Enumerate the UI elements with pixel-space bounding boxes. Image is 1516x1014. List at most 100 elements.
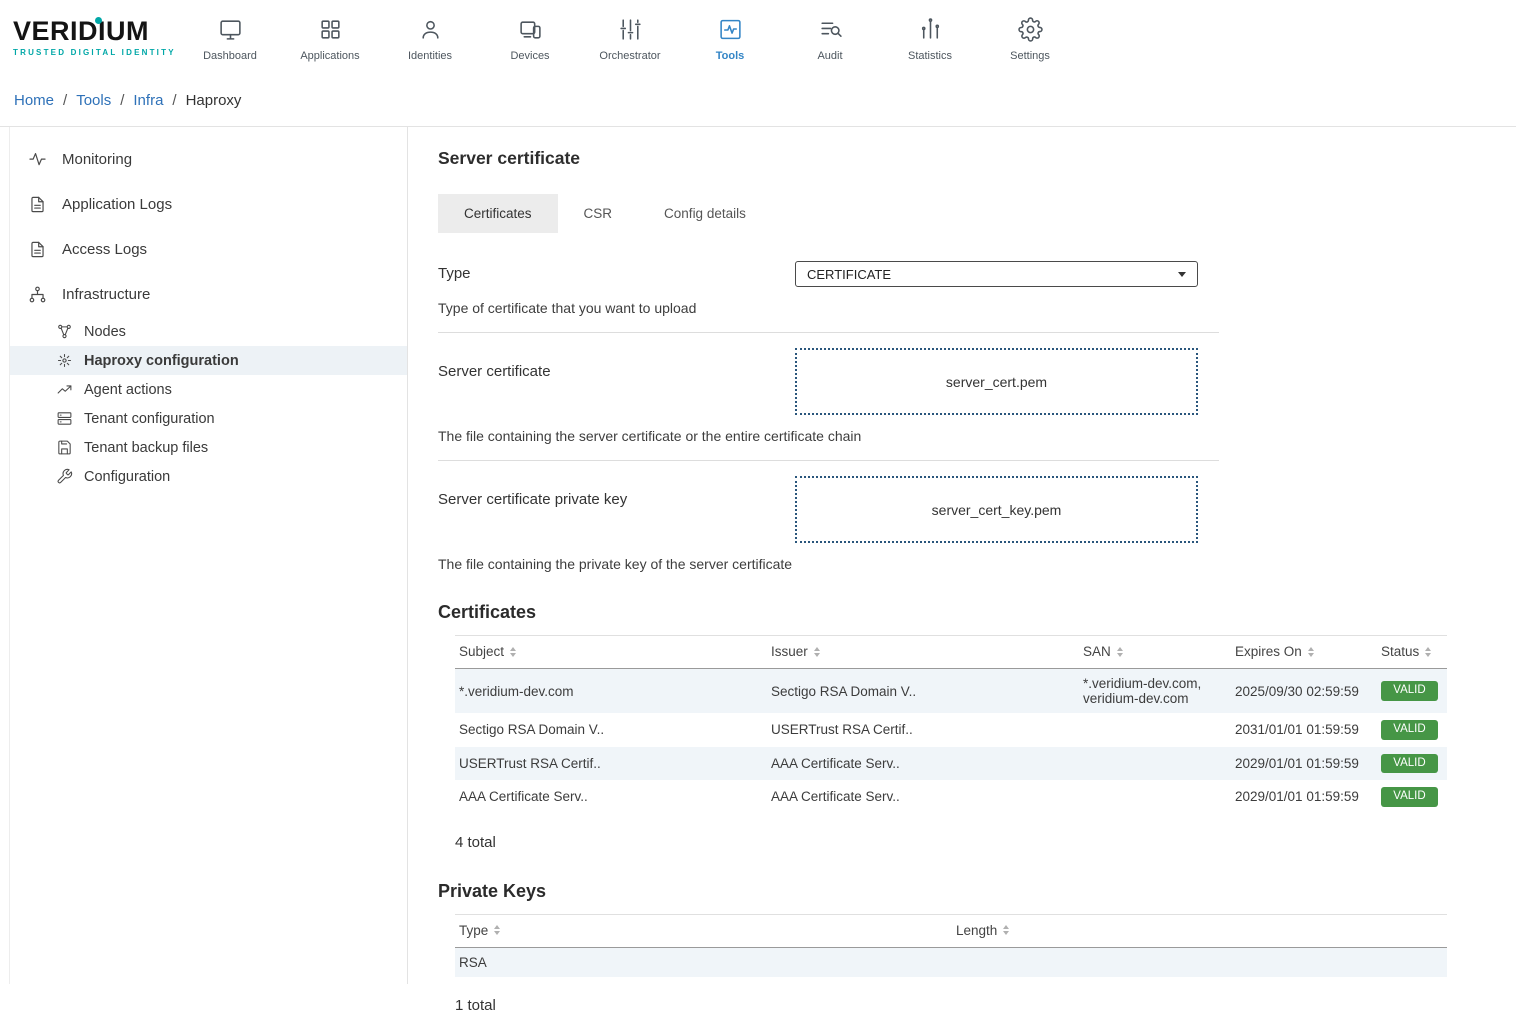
nav-item-devices[interactable]: Devices bbox=[480, 13, 580, 62]
subject-cell: AAA Certificate Serv.. bbox=[455, 780, 767, 814]
nav-item-dashboard[interactable]: Dashboard bbox=[180, 13, 280, 62]
breadcrumb-infra[interactable]: Infra bbox=[133, 92, 163, 109]
nav-item-label: Orchestrator bbox=[599, 50, 660, 62]
type-cell: RSA bbox=[455, 947, 952, 977]
sort-icon[interactable] bbox=[494, 925, 500, 935]
breadcrumb-current: Haproxy bbox=[186, 92, 242, 109]
nav-item-label: Applications bbox=[300, 50, 359, 62]
sidebar-item-haproxy-configuration[interactable]: Haproxy configuration bbox=[10, 346, 407, 375]
nav-item-label: Tools bbox=[716, 50, 745, 62]
server-certificate-row: Server certificate server_cert.pem bbox=[438, 348, 1219, 415]
sidebar-item-agent-actions[interactable]: Agent actions bbox=[10, 375, 407, 404]
sort-icon[interactable] bbox=[1425, 647, 1431, 657]
identities-icon bbox=[418, 17, 443, 42]
server-certificate-upload[interactable]: server_cert.pem bbox=[795, 348, 1198, 415]
status-badge: VALID bbox=[1381, 787, 1438, 807]
nav-item-label: Identities bbox=[408, 50, 452, 62]
type-column-header[interactable]: Type bbox=[459, 923, 500, 938]
server-certificate-label: Server certificate bbox=[438, 348, 795, 415]
subject-column-header[interactable]: Subject bbox=[459, 644, 516, 659]
access-logs-icon bbox=[28, 240, 47, 259]
breadcrumb-home[interactable]: Home bbox=[14, 92, 54, 109]
top-bar: VERIDIUM TRUSTED DIGITAL IDENTITY Dashbo… bbox=[0, 0, 1516, 75]
table-row: Sectigo RSA Domain V.. USERTrust RSA Cer… bbox=[455, 713, 1447, 747]
sidebar-item-nodes[interactable]: Nodes bbox=[10, 317, 407, 346]
agent-actions-icon bbox=[56, 381, 73, 398]
certificate-type-select[interactable]: CERTIFICATE bbox=[795, 261, 1198, 287]
table-row: *.veridium-dev.com Sectigo RSA Domain V.… bbox=[455, 669, 1447, 714]
subject-cell: *.veridium-dev.com bbox=[455, 669, 767, 714]
nav-item-label: Dashboard bbox=[203, 50, 257, 62]
nav-item-applications[interactable]: Applications bbox=[280, 13, 380, 62]
divider bbox=[438, 332, 1219, 333]
nav-item-audit[interactable]: Audit bbox=[780, 13, 880, 62]
sort-icon[interactable] bbox=[814, 647, 820, 657]
private-keys-section: Private Keys Type Length RSA bbox=[438, 881, 1516, 1014]
settings-icon bbox=[1018, 17, 1043, 42]
infrastructure-icon bbox=[28, 285, 47, 304]
expires-cell: 2029/01/01 01:59:59 bbox=[1231, 780, 1377, 814]
main-nav: Dashboard Applications Identities Device… bbox=[180, 13, 1080, 62]
breadcrumb-tools[interactable]: Tools bbox=[76, 92, 111, 109]
status-cell: VALID bbox=[1377, 713, 1447, 747]
certificates-table: Subject Issuer SAN Expires On Status *.v… bbox=[455, 635, 1447, 814]
status-badge: VALID bbox=[1381, 720, 1438, 740]
sidebar-item-label: Tenant configuration bbox=[84, 411, 215, 427]
nav-item-orchestrator[interactable]: Orchestrator bbox=[580, 13, 680, 62]
nav-item-statistics[interactable]: Statistics bbox=[880, 13, 980, 62]
sort-icon[interactable] bbox=[1003, 925, 1009, 935]
sidebar-item-label: Haproxy configuration bbox=[84, 353, 239, 369]
haproxy-configuration-icon bbox=[56, 352, 73, 369]
sort-icon[interactable] bbox=[1117, 647, 1123, 657]
private-keys-header-row: Type Length bbox=[455, 914, 1447, 947]
sidebar-item-label: Access Logs bbox=[62, 241, 147, 258]
issuer-cell: USERTrust RSA Certif.. bbox=[767, 713, 1079, 747]
sidebar-item-infrastructure[interactable]: Infrastructure bbox=[10, 272, 407, 317]
nav-item-settings[interactable]: Settings bbox=[980, 13, 1080, 62]
san-cell bbox=[1079, 713, 1231, 747]
certificates-total: 4 total bbox=[455, 834, 1516, 851]
length-column-header[interactable]: Length bbox=[956, 923, 1009, 938]
orchestrator-icon bbox=[618, 17, 643, 42]
audit-icon bbox=[818, 17, 843, 42]
sidebar: Monitoring Application Logs Access Logs … bbox=[9, 127, 408, 984]
expires-cell: 2025/09/30 02:59:59 bbox=[1231, 669, 1377, 714]
type-help-text: Type of certificate that you want to upl… bbox=[438, 300, 1219, 316]
private-key-filename: server_cert_key.pem bbox=[932, 502, 1062, 518]
san-cell bbox=[1079, 747, 1231, 781]
table-row: RSA bbox=[455, 947, 1447, 977]
sidebar-item-label: Infrastructure bbox=[62, 286, 150, 303]
sort-icon[interactable] bbox=[510, 647, 516, 657]
sidebar-item-application-logs[interactable]: Application Logs bbox=[10, 182, 407, 227]
sidebar-item-tenant-backup-files[interactable]: Tenant backup files bbox=[10, 433, 407, 462]
certificate-form: Type CERTIFICATE Type of certificate tha… bbox=[438, 261, 1219, 572]
sidebar-item-label: Configuration bbox=[84, 469, 170, 485]
expires-cell: 2031/01/01 01:59:59 bbox=[1231, 713, 1377, 747]
certificates-header-row: Subject Issuer SAN Expires On Status bbox=[455, 636, 1447, 669]
san-column-header[interactable]: SAN bbox=[1083, 644, 1123, 659]
sidebar-item-tenant-configuration[interactable]: Tenant configuration bbox=[10, 404, 407, 433]
expires-on-column-header[interactable]: Expires On bbox=[1235, 644, 1314, 659]
status-cell: VALID bbox=[1377, 780, 1447, 814]
server-certificate-help-text: The file containing the server certifica… bbox=[438, 428, 1219, 444]
tab-certificates[interactable]: Certificates bbox=[438, 194, 558, 233]
status-column-header[interactable]: Status bbox=[1381, 644, 1431, 659]
private-key-upload[interactable]: server_cert_key.pem bbox=[795, 476, 1198, 543]
tab-csr[interactable]: CSR bbox=[558, 194, 639, 233]
issuer-cell: AAA Certificate Serv.. bbox=[767, 780, 1079, 814]
veridium-logo[interactable]: VERIDIUM TRUSTED DIGITAL IDENTITY bbox=[0, 18, 180, 57]
application-logs-icon bbox=[28, 195, 47, 214]
sidebar-item-access-logs[interactable]: Access Logs bbox=[10, 227, 407, 272]
breadcrumb-separator: / bbox=[63, 92, 67, 109]
logo-dot bbox=[95, 17, 102, 24]
tab-config-details[interactable]: Config details bbox=[638, 194, 772, 233]
nav-item-tools[interactable]: Tools bbox=[680, 13, 780, 62]
nav-item-identities[interactable]: Identities bbox=[380, 13, 480, 62]
sidebar-item-monitoring[interactable]: Monitoring bbox=[10, 137, 407, 182]
sidebar-item-configuration[interactable]: Configuration bbox=[10, 462, 407, 491]
sort-icon[interactable] bbox=[1308, 647, 1314, 657]
private-keys-heading: Private Keys bbox=[438, 881, 1516, 902]
nav-item-label: Statistics bbox=[908, 50, 952, 62]
issuer-column-header[interactable]: Issuer bbox=[771, 644, 820, 659]
devices-icon bbox=[518, 17, 543, 42]
